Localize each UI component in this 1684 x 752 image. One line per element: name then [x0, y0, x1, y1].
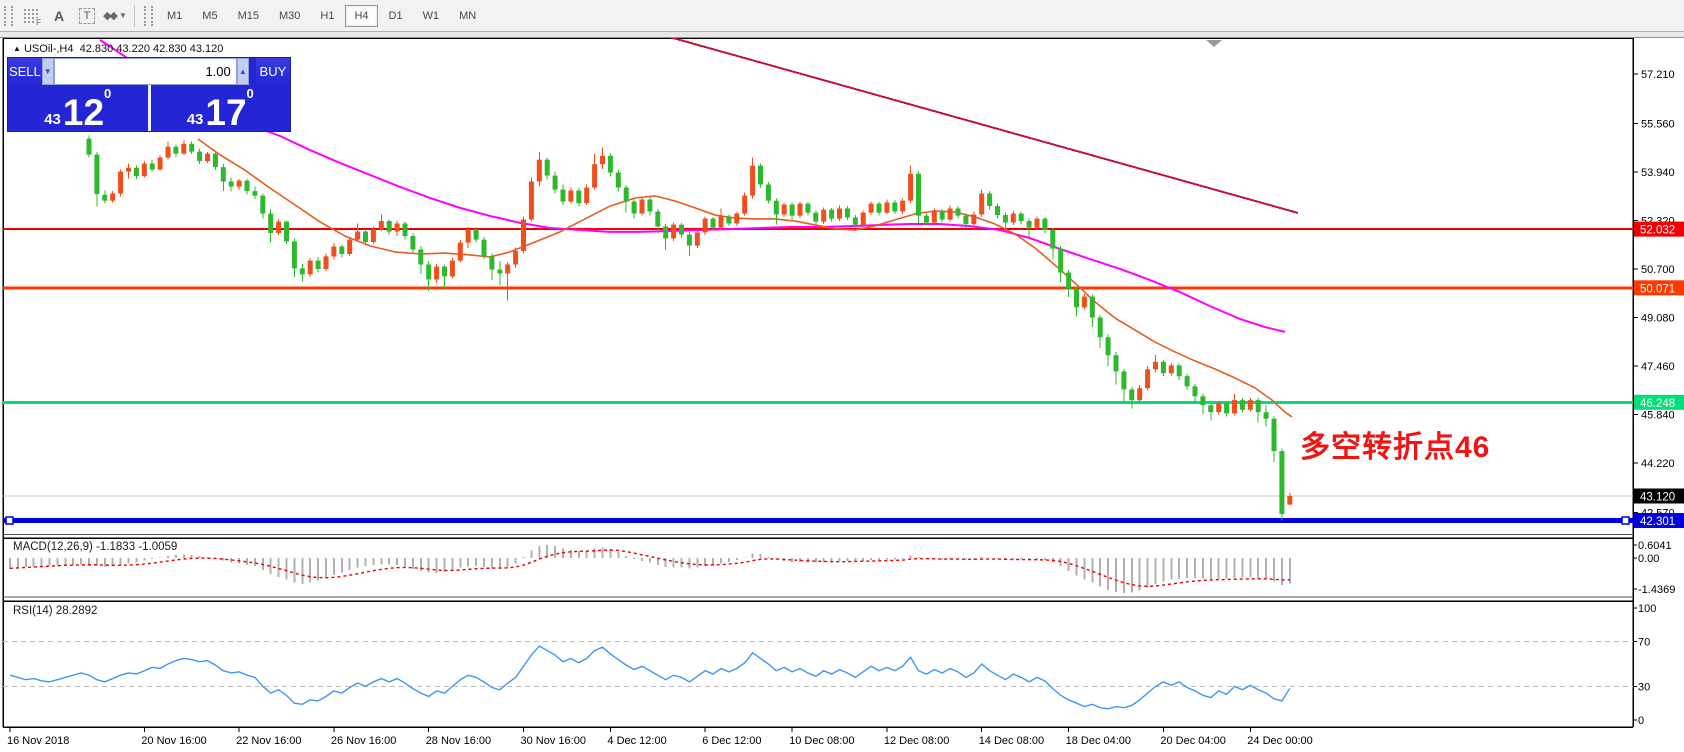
volume-input[interactable]	[54, 58, 237, 85]
time-axis[interactable]: 16 Nov 2018 20 Nov 16:00 22 Nov 16:00 26 No…	[7, 735, 1313, 747]
expand-arrow-icon[interactable]: ▲	[13, 44, 21, 53]
rsi-label: RSI(14) 28.2892	[13, 605, 97, 617]
price-tick-label: 49.080	[1641, 312, 1675, 324]
time-tick-label: 16 Nov 2018	[7, 735, 69, 747]
time-tick-label: 10 Dec 08:00	[789, 735, 854, 747]
ma-line-orange	[198, 139, 1292, 417]
time-tick-label: 18 Dec 04:00	[1066, 735, 1131, 747]
toolbar-lower-band	[0, 32, 1684, 38]
price-tick-label: 53.940	[1641, 167, 1675, 179]
rsi-scale-label: 30	[1638, 681, 1650, 693]
price-axis[interactable]: 57.21055.56053.94052.32050.70049.08047.4…	[1634, 69, 1684, 528]
time-tick-label: 24 Dec 00:00	[1247, 735, 1312, 747]
price-badge-label: 52.032	[1640, 225, 1675, 237]
price-badge-label: 50.071	[1640, 283, 1675, 295]
chevron-down-icon: ▼	[119, 11, 127, 20]
indicator-scales: 0.60410.00 -1.4369 100 70 30 0	[1638, 540, 1675, 727]
toolbar-grip[interactable]	[4, 6, 13, 26]
buy-price-whole: 43	[187, 112, 204, 129]
buy-price-display[interactable]: 43 17 0	[151, 85, 291, 131]
time-tick-label: 20 Nov 16:00	[141, 735, 206, 747]
timeframe-button-m5[interactable]: M5	[193, 5, 226, 27]
buy-button[interactable]: BUY	[256, 58, 290, 85]
buy-price-pips: 17	[205, 98, 246, 128]
sell-price-display[interactable]: 43 12 0	[8, 85, 148, 131]
timeframe-button-w1[interactable]: W1	[414, 5, 449, 27]
price-tick-label: 45.840	[1641, 410, 1675, 422]
symbol-period-label: USOil-,H4	[24, 43, 74, 55]
price-badge-label: 43.120	[1640, 491, 1675, 503]
rsi-scale-label: 100	[1638, 603, 1656, 615]
timeframe-button-d1[interactable]: D1	[380, 5, 412, 27]
volume-up-button[interactable]: ▲	[237, 58, 249, 85]
timeframe-button-m15[interactable]: M15	[229, 5, 268, 27]
time-tick-label: 22 Nov 16:00	[236, 735, 301, 747]
candles	[87, 136, 1293, 521]
timeframe-button-mn[interactable]: MN	[450, 5, 485, 27]
timeframe-button-m1[interactable]: M1	[158, 5, 191, 27]
macd-signal-line	[10, 550, 1290, 586]
sell-price-whole: 43	[44, 112, 61, 129]
macd-label: MACD(12,26,9) -1.1833 -1.0059	[13, 541, 177, 553]
price-tick-label: 50.700	[1641, 264, 1675, 276]
macd-scale-label: 0.00	[1638, 553, 1659, 565]
terminal-window: 57.21055.56053.94052.32050.70049.08047.4…	[0, 0, 1684, 752]
buy-price-pipette: 0	[247, 87, 254, 100]
timeframe-button-h4[interactable]: H4	[345, 5, 377, 27]
time-tick-label: 26 Nov 16:00	[331, 735, 396, 747]
timeframe-toolbar-grip[interactable]	[144, 6, 153, 26]
hline-handle-right[interactable]	[1622, 517, 1629, 524]
price-badge-label: 46.248	[1640, 398, 1675, 410]
text-label-icon[interactable]: A	[47, 4, 71, 28]
text-box-icon[interactable]: T	[75, 4, 99, 28]
price-badge-label: 42.301	[1640, 516, 1675, 528]
price-tick-label: 57.210	[1641, 69, 1675, 81]
time-tick-label: 30 Nov 16:00	[521, 735, 586, 747]
indicator-labels: MACD(12,26,9) -1.1833 -1.0059 RSI(14) 28.…	[13, 541, 177, 617]
hline-handle-left[interactable]	[6, 517, 13, 524]
sell-price-pips: 12	[63, 98, 104, 128]
shapes-icon[interactable]: ◆◆▼	[103, 4, 127, 28]
price-tick-label: 44.220	[1641, 458, 1675, 470]
ohlc-values: 42.830 43.220 42.830 43.120	[80, 43, 224, 55]
price-tick-label: 47.460	[1641, 361, 1675, 373]
indicators-grid-icon[interactable]: F	[19, 4, 43, 28]
price-tick-label: 55.560	[1641, 118, 1675, 130]
time-tick-label: 20 Dec 04:00	[1160, 735, 1225, 747]
chart-header: ▲ USOil-,H4 42.830 43.220 42.830 43.120	[13, 43, 223, 55]
one-click-trade-panel: SELL ▼ ▲ BUY 43 12 0 43 17 0	[8, 58, 290, 131]
rsi-scale-label: 0	[1638, 715, 1644, 727]
rsi-scale-label: 70	[1638, 637, 1650, 649]
scroll-end-marker-icon	[1206, 40, 1222, 47]
timeframe-button-h1[interactable]: H1	[311, 5, 343, 27]
macd-scale-label: -1.4369	[1638, 584, 1675, 596]
time-tick-label: 28 Nov 16:00	[426, 735, 491, 747]
time-tick-label: 14 Dec 08:00	[979, 735, 1044, 747]
volume-down-button[interactable]: ▼	[42, 58, 54, 85]
time-tick-label: 4 Dec 12:00	[607, 735, 666, 747]
sell-button[interactable]: SELL	[8, 58, 42, 85]
chart-text-annotation: 多空转折点46	[1300, 422, 1490, 466]
time-tick-label: 12 Dec 08:00	[884, 735, 949, 747]
macd-scale-label: 0.6041	[1638, 540, 1672, 552]
rsi-line	[10, 646, 1290, 709]
timeframe-button-m30[interactable]: M30	[270, 5, 309, 27]
toolbar: F A T ◆◆▼ M1M5M15M30H1H4D1W1MN	[0, 0, 1684, 32]
sell-price-pipette: 0	[104, 87, 111, 100]
time-tick-label: 6 Dec 12:00	[702, 735, 761, 747]
toolbar-separator	[134, 5, 135, 27]
